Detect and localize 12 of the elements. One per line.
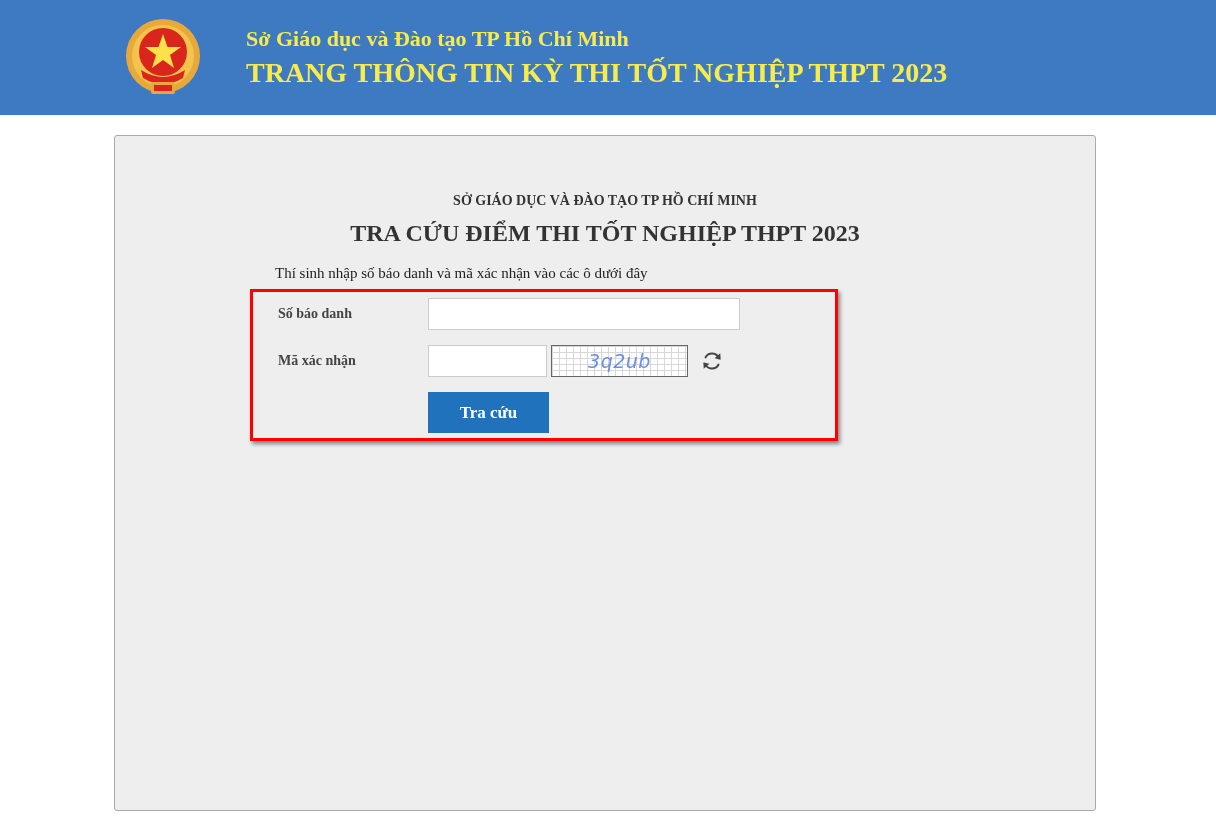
department-heading: SỞ GIÁO DỤC VÀ ĐÀO TẠO TP HỒ CHÍ MINH — [452, 193, 758, 209]
search-button[interactable]: Tra cứu — [428, 392, 549, 433]
field-label: Số báo danh — [278, 306, 353, 322]
header-subtitle: Sở Giáo dục và Đào tạo TP Hồ Chí Minh — [246, 25, 630, 52]
input-field[interactable] — [428, 298, 740, 330]
instruction-text: Thí sinh nhập số báo danh và mã xác nhận vào các ô dưới đây — [275, 264, 649, 282]
field-label: Mã xác nhận — [278, 353, 357, 369]
captcha-code: 3q2ub — [588, 350, 651, 372]
lookup-title: TRA CỨU ĐIỂM THI TỐT NGHIỆP THPT 2023 — [349, 219, 861, 248]
input-field[interactable] — [428, 345, 547, 377]
refresh-icon[interactable] — [701, 350, 723, 372]
header-title: TRANG THÔNG TIN KỲ THI TỐT NGHIỆP THPT 2023 — [246, 55, 948, 90]
